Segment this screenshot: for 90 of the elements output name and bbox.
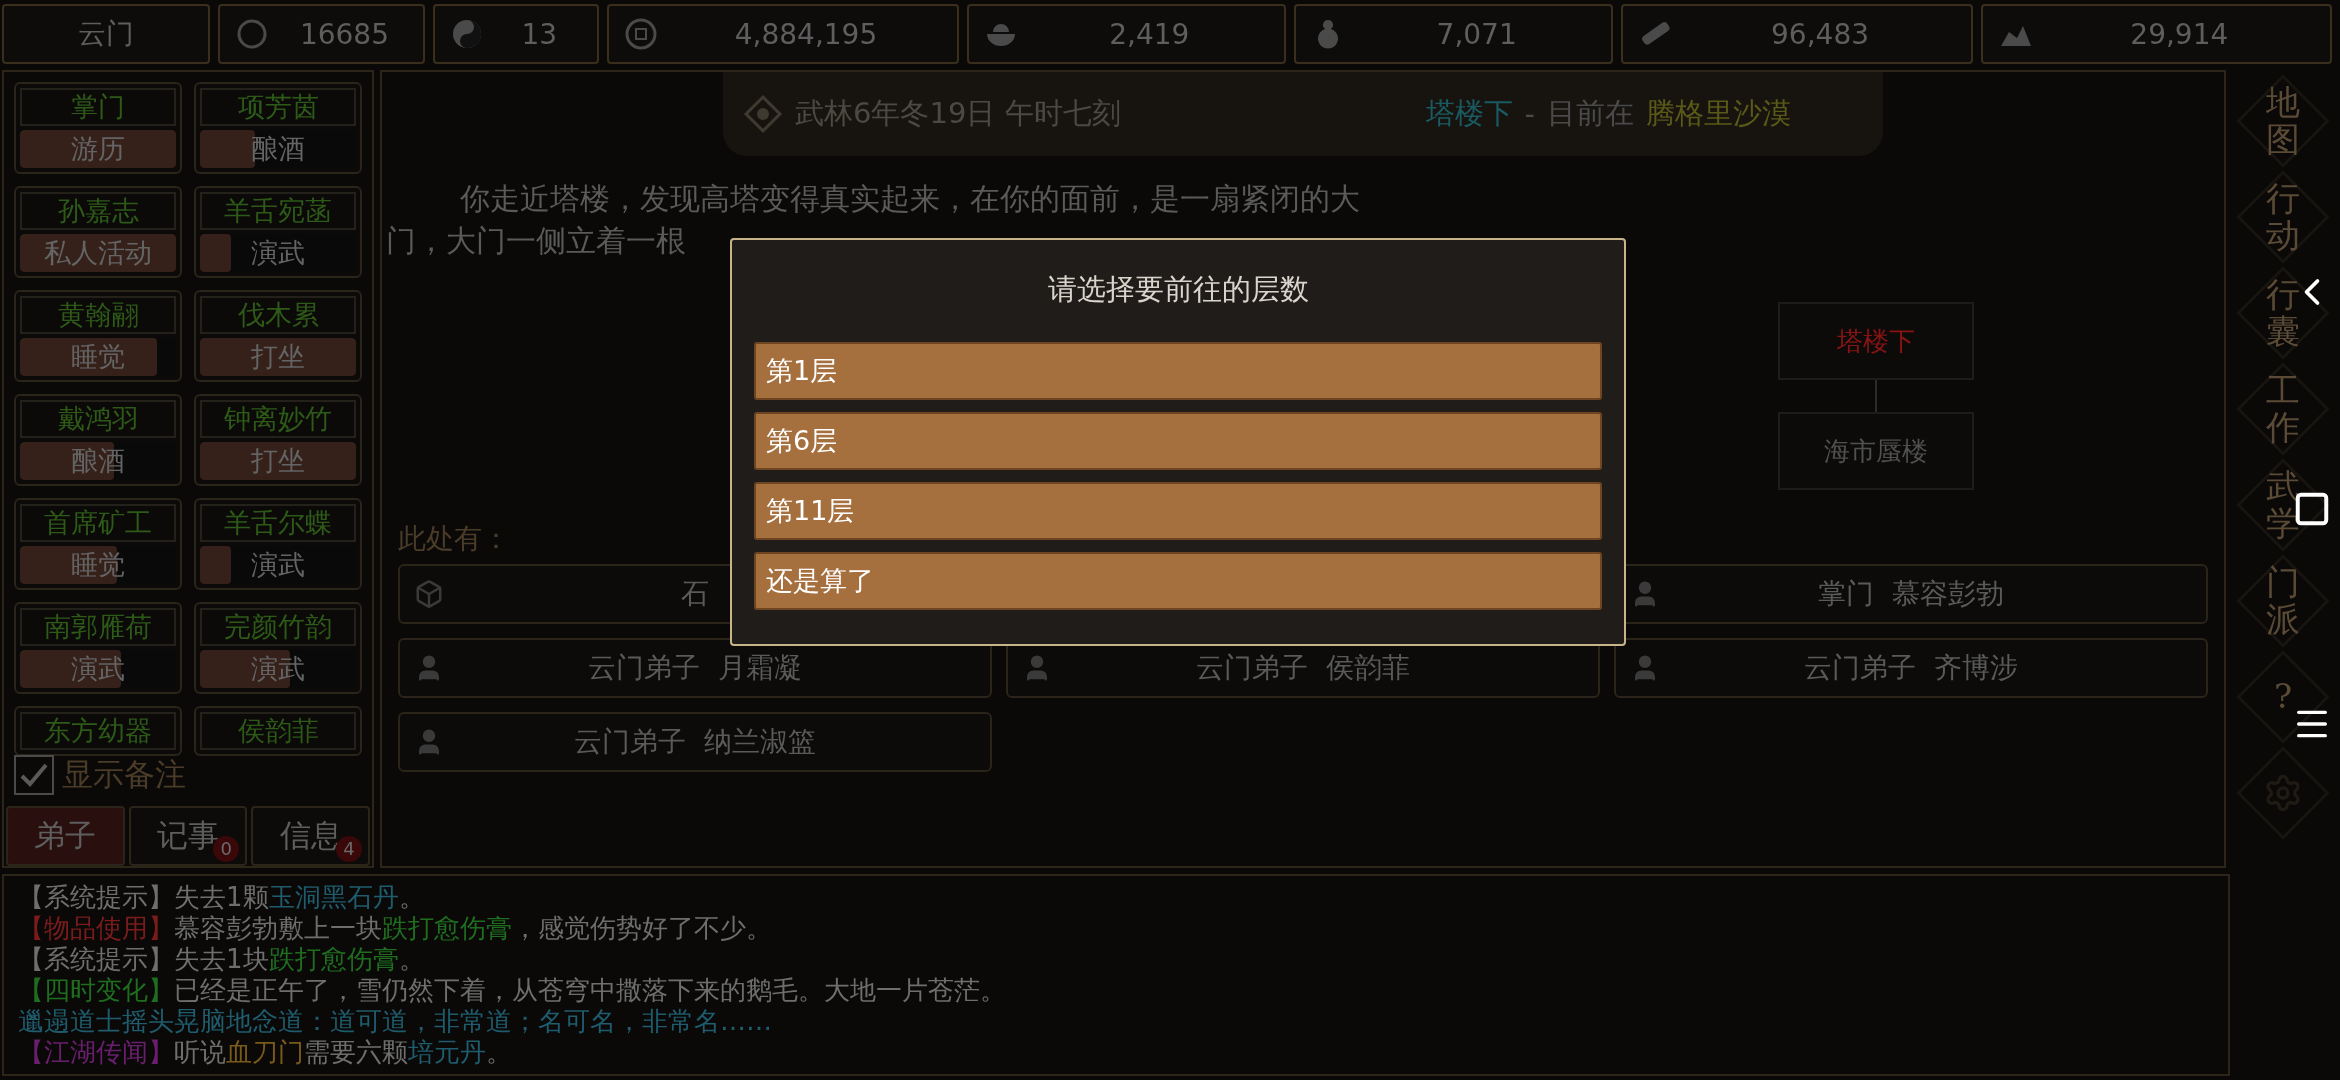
entity-label: 云门弟子 纳兰淑篮 — [574, 724, 816, 760]
activity-label: 睡觉 — [70, 340, 126, 374]
location-separator: - — [1524, 97, 1535, 131]
resource-value: 29,914 — [2129, 17, 2230, 51]
disciple-name: 钟离妙竹 — [200, 400, 356, 438]
disciple-name: 伐木累 — [200, 296, 356, 334]
activity-label: 私人活动 — [43, 236, 153, 270]
activity-label: 睡觉 — [70, 548, 126, 582]
disciple-name: 羊舌尔蝶 — [200, 504, 356, 542]
disciple-card[interactable]: 东方幼器 — [14, 706, 182, 756]
disciple-card[interactable]: 黄翰翮 睡觉 — [14, 290, 182, 382]
log-line: 【系统提示】失去1颗玉洞黑石丹。 — [18, 882, 426, 913]
disciple-card[interactable]: 南郭雁荷 演武 — [14, 602, 182, 694]
log-line: 【系统提示】失去1块跌打愈伤膏。 — [18, 944, 426, 975]
map-node[interactable]: 海市蜃楼 — [1778, 412, 1974, 490]
entity-button[interactable]: 云门弟子 月霜凝 — [398, 638, 992, 698]
log-line: 【物品使用】慕容彭勃敷上一块跌打愈伤膏，感觉伤势好了不少。 — [18, 913, 773, 944]
disciple-card[interactable]: 钟离妙竹 打坐 — [194, 394, 362, 486]
resource-value: 96,483 — [1770, 17, 1870, 51]
compass-icon — [743, 94, 783, 134]
floor-option[interactable]: 还是算了 — [754, 552, 1602, 610]
entity-button[interactable]: 云门弟子 齐博涉 — [1614, 638, 2208, 698]
disciple-card[interactable]: 戴鸿羽 酿酒 — [14, 394, 182, 486]
map-node[interactable]: 塔楼下 — [1778, 302, 1974, 380]
activity-label: 酿酒 — [70, 444, 126, 478]
resource-value: 云门 — [76, 16, 135, 52]
location-prefix: 目前在 — [1547, 95, 1634, 132]
entity-label: 云门弟子 侯韵菲 — [1196, 650, 1410, 686]
disciple-name: 掌门 — [20, 88, 176, 126]
activity-label: 酿酒 — [250, 132, 306, 166]
disciple-card[interactable]: 羊舌尔蝶 演武 — [194, 498, 362, 590]
disciple-name: 羊舌宛菡 — [200, 192, 356, 230]
entity-label: 石 — [681, 576, 709, 612]
disciple-card[interactable]: 羊舌宛菡 演武 — [194, 186, 362, 278]
log-line: 【四时变化】已经是正午了，雪仍然下着，从苍穹中撒落下来的鹅毛。大地一片苍茫。 — [18, 975, 1007, 1006]
activity-label: 演武 — [250, 236, 306, 270]
box-icon — [414, 579, 444, 609]
menu-button[interactable]: ? — [2238, 652, 2328, 742]
disciple-name: 南郭雁荷 — [20, 608, 176, 646]
activity-label: 演武 — [70, 652, 126, 686]
menu-button[interactable]: 门派 — [2238, 556, 2328, 646]
count-badge: 0 — [213, 836, 240, 862]
resource-value: 4,884,195 — [733, 17, 879, 51]
description-text: 你走近塔楼，发现高塔变得真实起来，在你的面前，是一扇紧闭的大 — [459, 180, 1361, 218]
disciple-card[interactable]: 孙嘉志 私人活动 — [14, 186, 182, 278]
disciple-card[interactable]: 完颜竹韵 演武 — [194, 602, 362, 694]
dialog-title: 请选择要前往的层数 — [1046, 271, 1310, 308]
menu-button[interactable]: 地图 — [2238, 76, 2328, 166]
menu-button[interactable]: 行囊 — [2238, 268, 2328, 358]
region-name: 腾格里沙漠 — [1646, 95, 1791, 132]
floor-option[interactable]: 第1层 — [754, 342, 1602, 400]
floor-option[interactable]: 第6层 — [754, 412, 1602, 470]
menu-button[interactable]: 行动 — [2238, 172, 2328, 262]
location-name: 塔楼下 — [1425, 95, 1513, 132]
activity-label: 游历 — [70, 132, 126, 166]
menu-button[interactable]: 工作 — [2238, 364, 2328, 454]
resource-value: 13 — [520, 17, 559, 51]
entity-label: 云门弟子 月霜凝 — [588, 650, 802, 686]
notes-label: 显示备注 — [62, 755, 186, 794]
log-line: 【江湖传闻】听说血刀门需要六颗培元丹。 — [18, 1037, 513, 1068]
disciple-name: 东方幼器 — [20, 712, 176, 750]
disciple-card[interactable]: 首席矿工 睡觉 — [14, 498, 182, 590]
notes-checkbox[interactable] — [14, 755, 54, 795]
description-text: 门，大门一侧立着一根 — [386, 222, 687, 260]
disciple-name: 项芳茵 — [200, 88, 356, 126]
activity-label: 演武 — [250, 548, 306, 582]
disciple-card[interactable]: 伐木累 打坐 — [194, 290, 362, 382]
count-badge: 4 — [336, 836, 362, 862]
entity-label: 云门弟子 齐博涉 — [1804, 650, 2018, 686]
resource-value: 7,071 — [1435, 17, 1518, 51]
resource-value: 16685 — [298, 17, 390, 51]
panel-tab[interactable]: 弟子 — [6, 806, 125, 866]
here-label: 此处有： — [398, 521, 510, 557]
disciple-card[interactable]: 项芳茵 酿酒 — [194, 82, 362, 174]
floor-option[interactable]: 第11层 — [754, 482, 1602, 540]
disciple-name: 侯韵菲 — [200, 712, 356, 750]
disciple-name: 首席矿工 — [20, 504, 176, 542]
activity-label: 打坐 — [250, 340, 306, 374]
disciple-name: 黄翰翮 — [20, 296, 176, 334]
disciple-card[interactable]: 侯韵菲 — [194, 706, 362, 756]
disciple-name: 戴鸿羽 — [20, 400, 176, 438]
entity-label: 掌门 慕容彭勃 — [1818, 576, 2004, 612]
disciple-name: 完颜竹韵 — [200, 608, 356, 646]
activity-label: 演武 — [250, 652, 306, 686]
entity-button[interactable]: 云门弟子 纳兰淑篮 — [398, 712, 992, 772]
disciple-name: 孙嘉志 — [20, 192, 176, 230]
resource-value: 2,419 — [1108, 17, 1191, 51]
log-line: 邋遢道士摇头晃脑地念道：道可道，非常道；名可名，非常名…… — [18, 1006, 773, 1037]
activity-label: 打坐 — [250, 444, 306, 478]
disciple-card[interactable]: 掌门 游历 — [14, 82, 182, 174]
